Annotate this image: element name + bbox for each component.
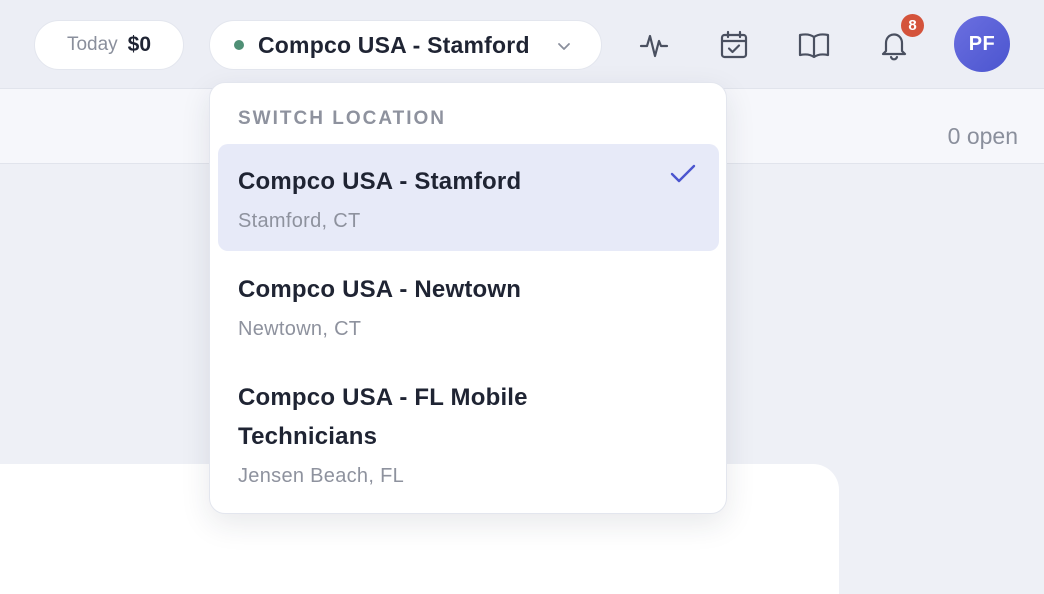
location-name: Compco USA - FL Mobile Technicians bbox=[238, 384, 528, 450]
today-value: $0 bbox=[127, 33, 152, 56]
location-option-newtown[interactable]: Compco USA - Newtown Newtown, CT bbox=[218, 252, 719, 359]
activity-icon bbox=[639, 34, 669, 58]
location-dropdown: SWITCH LOCATION Compco USA - Stamford St… bbox=[209, 82, 727, 514]
location-name: Compco USA - Newtown bbox=[238, 276, 522, 303]
top-bar: Today $0 Compco USA - Stamford 8 PF bbox=[0, 0, 1044, 89]
activity-button[interactable] bbox=[634, 25, 674, 65]
today-label: Today bbox=[66, 34, 118, 55]
book-open-icon bbox=[798, 33, 830, 59]
status-dot bbox=[234, 40, 244, 50]
knowledge-base-button[interactable] bbox=[794, 25, 834, 65]
chevron-down-icon bbox=[558, 43, 570, 50]
location-city: Jensen Beach, FL bbox=[238, 465, 405, 487]
location-city: Stamford, CT bbox=[238, 210, 361, 232]
check-icon bbox=[670, 164, 696, 183]
location-name: Compco USA - Stamford bbox=[238, 168, 522, 195]
location-selector[interactable]: Compco USA - Stamford bbox=[209, 20, 602, 70]
calendar-check-icon bbox=[720, 30, 748, 59]
location-city: Newtown, CT bbox=[238, 318, 362, 340]
today-revenue-pill[interactable]: Today $0 bbox=[34, 20, 184, 70]
location-option-fl-mobile[interactable]: Compco USA - FL Mobile Technicians Jense… bbox=[218, 360, 719, 500]
current-location-label: Compco USA - Stamford bbox=[258, 31, 530, 58]
user-avatar[interactable]: PF bbox=[954, 16, 1010, 72]
calendar-button[interactable] bbox=[714, 25, 754, 65]
open-count: 0 open bbox=[947, 123, 1018, 149]
notification-badge: 8 bbox=[899, 12, 926, 39]
dropdown-heading: SWITCH LOCATION bbox=[238, 108, 447, 129]
location-option-stamford[interactable]: Compco USA - Stamford Stamford, CT bbox=[218, 144, 719, 251]
